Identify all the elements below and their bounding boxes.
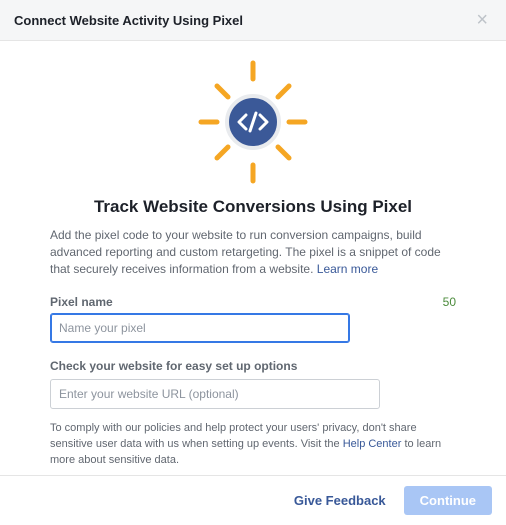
- description-text: Add the pixel code to your website to ru…: [50, 228, 441, 276]
- modal-body: Track Website Conversions Using Pixel Ad…: [0, 41, 506, 525]
- close-icon: ×: [476, 9, 488, 31]
- pixel-hero-illustration: [50, 57, 456, 187]
- modal-header: Connect Website Activity Using Pixel ×: [0, 0, 506, 41]
- close-button[interactable]: ×: [472, 10, 492, 30]
- modal-title: Connect Website Activity Using Pixel: [14, 13, 243, 28]
- pixel-name-label-row: Pixel name 50: [50, 295, 456, 309]
- website-url-input[interactable]: [50, 379, 380, 409]
- give-feedback-button[interactable]: Give Feedback: [290, 487, 390, 514]
- learn-more-link[interactable]: Learn more: [317, 262, 378, 276]
- char-counter: 50: [443, 295, 456, 309]
- help-center-link[interactable]: Help Center: [343, 438, 402, 450]
- section-description: Add the pixel code to your website to ru…: [50, 227, 456, 277]
- section-heading: Track Website Conversions Using Pixel: [50, 197, 456, 217]
- policy-note: To comply with our policies and help pro…: [50, 421, 456, 469]
- continue-button[interactable]: Continue: [404, 486, 492, 515]
- website-url-label: Check your website for easy set up optio…: [50, 359, 456, 373]
- pixel-name-input[interactable]: [50, 313, 350, 343]
- pixel-name-label: Pixel name: [50, 295, 113, 309]
- modal-footer: Give Feedback Continue: [0, 475, 506, 525]
- sun-code-icon: [183, 57, 323, 187]
